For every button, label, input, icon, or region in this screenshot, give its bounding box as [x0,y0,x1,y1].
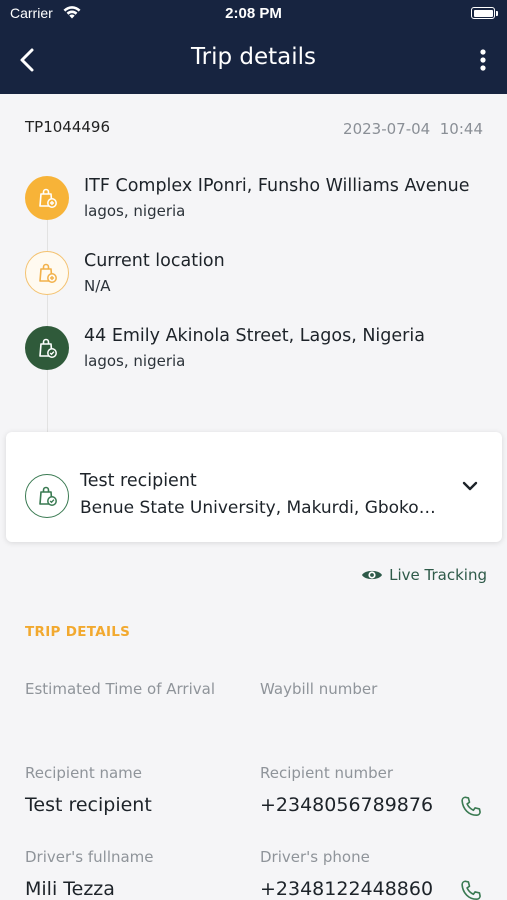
nav-bar: Trip details [0,28,507,94]
route-stop-destination: 44 Emily Akinola Street, Lagos, Nigeria … [25,326,485,374]
stop-title: ITF Complex IPonri, Funsho Williams Aven… [84,176,470,196]
trip-details-content: TP1044496 2023-07-04 10:44 ITF Complex I… [0,94,507,900]
live-tracking-link[interactable]: Live Tracking [361,564,487,586]
battery-icon [471,7,498,19]
trip-time: 10:44 [439,120,483,138]
recipient-card[interactable]: Test recipient Benue State University, M… [6,432,502,542]
section-title-trip-details: TRIP DETAILS [25,624,131,640]
recipient-name-value: Test recipient [25,794,152,816]
stop-subtitle: lagos, nigeria [84,202,186,220]
stop-subtitle: lagos, nigeria [84,352,186,370]
driver-phone-label: Driver's phone [260,848,370,866]
eta-label: Estimated Time of Arrival [25,680,215,698]
recipient-card-address: Benue State University, Makurdi, Gboko R… [80,498,436,518]
driver-phone-value: +2348122448860 [260,878,434,900]
package-delivered-outline-icon [25,474,69,518]
package-pickup-icon [25,176,69,220]
route-connector-line [47,214,48,434]
stop-subtitle: N/A [84,277,111,295]
route-stop-pickup: ITF Complex IPonri, Funsho Williams Aven… [25,176,485,224]
more-options-icon[interactable] [477,46,489,76]
call-recipient-phone-icon[interactable] [458,794,484,820]
trip-id: TP1044496 [25,118,111,136]
status-time: 2:08 PM [225,5,282,22]
recipient-card-name: Test recipient [80,471,197,491]
route-stop-current: Current location N/A [25,251,485,299]
driver-fullname-label: Driver's fullname [25,848,154,866]
status-bar: Carrier 2:08 PM [0,0,507,28]
driver-fullname-value: Mili Tezza [25,878,115,900]
package-delivered-icon [25,326,69,370]
recipient-number-label: Recipient number [260,764,394,782]
call-driver-phone-icon[interactable] [458,878,484,900]
stop-title: Current location [84,251,225,271]
package-current-icon [25,251,69,295]
eye-icon [362,570,383,580]
chevron-down-icon[interactable] [460,478,480,494]
waybill-label: Waybill number [260,680,378,698]
recipient-name-label: Recipient name [25,764,143,782]
trip-date: 2023-07-04 [343,120,431,138]
live-tracking-label: Live Tracking [389,566,487,584]
stop-title: 44 Emily Akinola Street, Lagos, Nigeria [84,326,425,346]
trip-datetime: 2023-07-04 10:44 [343,120,483,138]
recipient-number-value: +2348056789876 [260,794,434,816]
page-title: Trip details [190,44,317,70]
